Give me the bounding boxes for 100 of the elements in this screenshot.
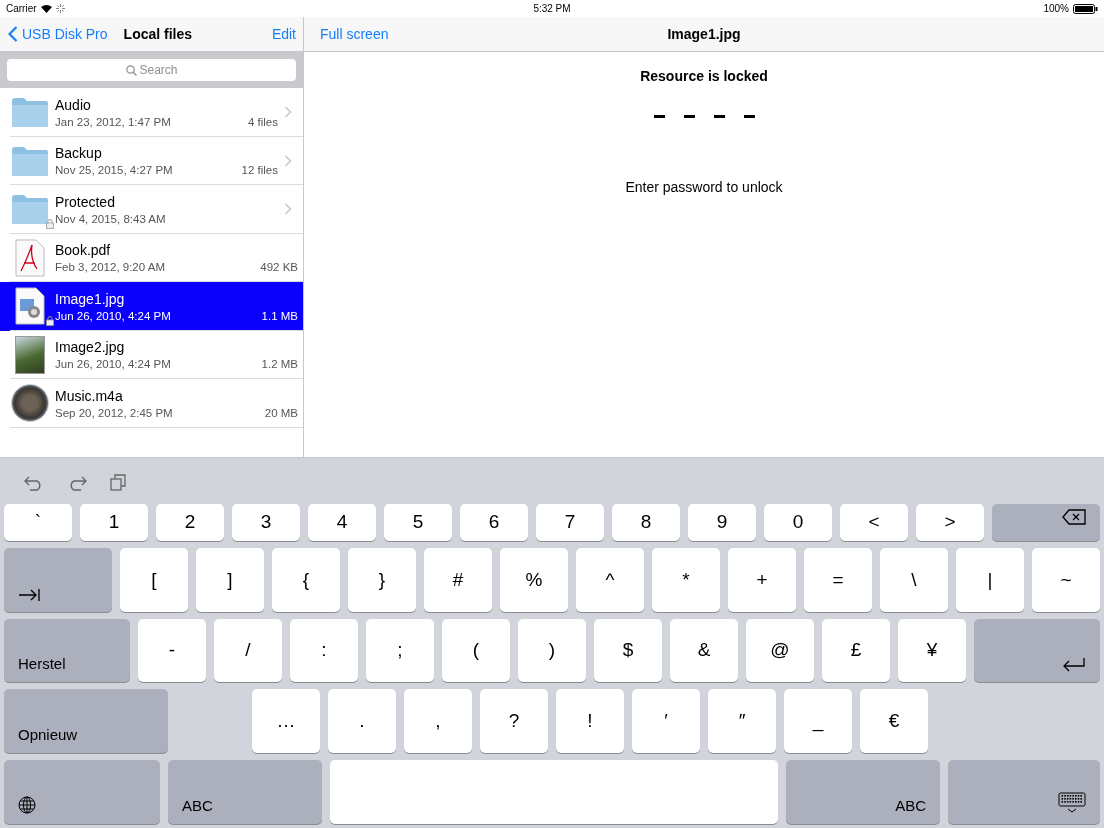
file-row[interactable]: Image2.jpg Jun 26, 2010, 4:24 PM 1.2 MB: [0, 330, 303, 379]
key[interactable]: :: [290, 618, 358, 683]
undo-key[interactable]: Herstel: [4, 618, 130, 683]
key[interactable]: #: [424, 547, 492, 612]
key[interactable]: ?: [480, 689, 548, 754]
unlock-hint: Enter password to unlock: [625, 179, 783, 195]
battery-icon: [1073, 3, 1098, 14]
file-date: Jun 26, 2010, 4:24 PM: [55, 309, 172, 322]
file-row[interactable]: Music.m4a Sep 20, 2012, 2:45 PM 20 MB: [0, 379, 303, 428]
activity-spinner-icon: [55, 4, 65, 13]
key[interactable]: ~: [1032, 547, 1100, 612]
return-icon: [1062, 657, 1086, 673]
key[interactable]: &: [670, 618, 738, 683]
abc-key[interactable]: ABC: [786, 760, 940, 824]
delete-key[interactable]: [992, 503, 1100, 541]
search-field[interactable]: Search: [7, 59, 296, 81]
file-date: Nov 4, 2015, 8:43 AM: [55, 212, 167, 225]
file-name: Image1.jpg: [55, 290, 126, 307]
redo-key[interactable]: Opnieuw: [4, 689, 168, 754]
file-name: Book.pdf: [55, 242, 112, 259]
key[interactable]: \: [880, 547, 948, 612]
key[interactable]: 1: [80, 503, 148, 541]
file-row[interactable]: Audio Jan 23, 2012, 1:47 PM 4 files: [0, 88, 303, 137]
file-detail: 12 files: [241, 164, 279, 177]
nav-title: Local files: [123, 26, 194, 42]
abc-key[interactable]: ABC: [168, 760, 322, 824]
redo-icon[interactable]: [67, 474, 87, 491]
key[interactable]: -: [138, 618, 206, 683]
file-date: Nov 25, 2015, 4:27 PM: [55, 164, 174, 177]
key[interactable]: …: [252, 689, 320, 754]
key[interactable]: ″: [708, 689, 776, 754]
key[interactable]: 0: [764, 503, 832, 541]
file-date: Sep 20, 2012, 2:45 PM: [55, 406, 174, 419]
file-date: Feb 3, 2012, 9:20 AM: [55, 261, 166, 274]
key[interactable]: 2: [156, 503, 224, 541]
back-chevron-icon: [8, 26, 18, 42]
file-row[interactable]: Protected Nov 4, 2015, 8:43 AM: [0, 185, 303, 234]
key[interactable]: 4: [308, 503, 376, 541]
edit-button[interactable]: Edit: [271, 26, 303, 42]
chevron-icon: [283, 106, 293, 119]
folder-icon: [11, 193, 49, 226]
key[interactable]: 5: [384, 503, 452, 541]
chevron-icon: [283, 154, 293, 167]
key[interactable]: /: [214, 618, 282, 683]
key[interactable]: _: [784, 689, 852, 754]
key[interactable]: +: [728, 547, 796, 612]
key[interactable]: €: [860, 689, 928, 754]
key[interactable]: .: [328, 689, 396, 754]
tab-arrow-icon: [18, 587, 40, 602]
file-detail: 4 files: [247, 115, 279, 128]
file-name: Image2.jpg: [55, 339, 126, 356]
file-row[interactable]: Image1.jpg Jun 26, 2010, 4:24 PM 1.1 MB: [0, 282, 303, 331]
chevron-icon: [283, 203, 293, 216]
key[interactable]: ]: [196, 547, 264, 612]
key[interactable]: <: [840, 503, 908, 541]
key[interactable]: `: [4, 503, 72, 541]
search-icon: [126, 64, 137, 76]
key[interactable]: 8: [612, 503, 680, 541]
key[interactable]: $: [594, 618, 662, 683]
folder-icon: [11, 144, 49, 177]
album-art-placeholder: [11, 384, 49, 423]
file-date: Jan 23, 2012, 1:47 PM: [55, 115, 172, 128]
key[interactable]: ;: [366, 618, 434, 683]
key[interactable]: =: [804, 547, 872, 612]
file-detail: 1.1 MB: [261, 309, 299, 322]
key[interactable]: |: [956, 547, 1024, 612]
key[interactable]: %: [500, 547, 568, 612]
file-row[interactable]: Backup Nov 25, 2015, 4:27 PM 12 files: [0, 136, 303, 185]
undo-icon[interactable]: [24, 474, 44, 491]
key[interactable]: *: [652, 547, 720, 612]
file-name: Music.m4a: [55, 387, 124, 404]
key[interactable]: @: [746, 618, 814, 683]
locked-heading: Resource is locked: [640, 68, 768, 84]
key[interactable]: !: [556, 689, 624, 754]
key[interactable]: 6: [460, 503, 528, 541]
file-row[interactable]: Book.pdf Feb 3, 2012, 9:20 AM 492 KB: [0, 233, 303, 282]
viewer-title: Image1.jpg: [667, 26, 741, 42]
key[interactable]: 3: [232, 503, 300, 541]
paste-icon[interactable]: [110, 474, 126, 492]
back-button[interactable]: USB Disk Pro: [0, 26, 108, 42]
key[interactable]: 9: [688, 503, 756, 541]
key[interactable]: ): [518, 618, 586, 683]
key[interactable]: ,: [404, 689, 472, 754]
folder-icon: [11, 96, 49, 129]
key[interactable]: [: [120, 547, 188, 612]
key[interactable]: £: [822, 618, 890, 683]
key[interactable]: {: [272, 547, 340, 612]
key[interactable]: ^: [576, 547, 644, 612]
image-document-icon: [15, 287, 45, 326]
key[interactable]: ¥: [898, 618, 966, 683]
key[interactable]: >: [916, 503, 984, 541]
file-name: Backup: [55, 145, 103, 162]
file-date: Jun 26, 2010, 4:24 PM: [55, 358, 172, 371]
key[interactable]: }: [348, 547, 416, 612]
full-screen-button[interactable]: Full screen: [320, 26, 389, 42]
battery-percent: 100%: [1043, 3, 1069, 14]
dismiss-keyboard-key[interactable]: [948, 760, 1100, 824]
key[interactable]: ′: [632, 689, 700, 754]
key[interactable]: (: [442, 618, 510, 683]
key[interactable]: 7: [536, 503, 604, 541]
